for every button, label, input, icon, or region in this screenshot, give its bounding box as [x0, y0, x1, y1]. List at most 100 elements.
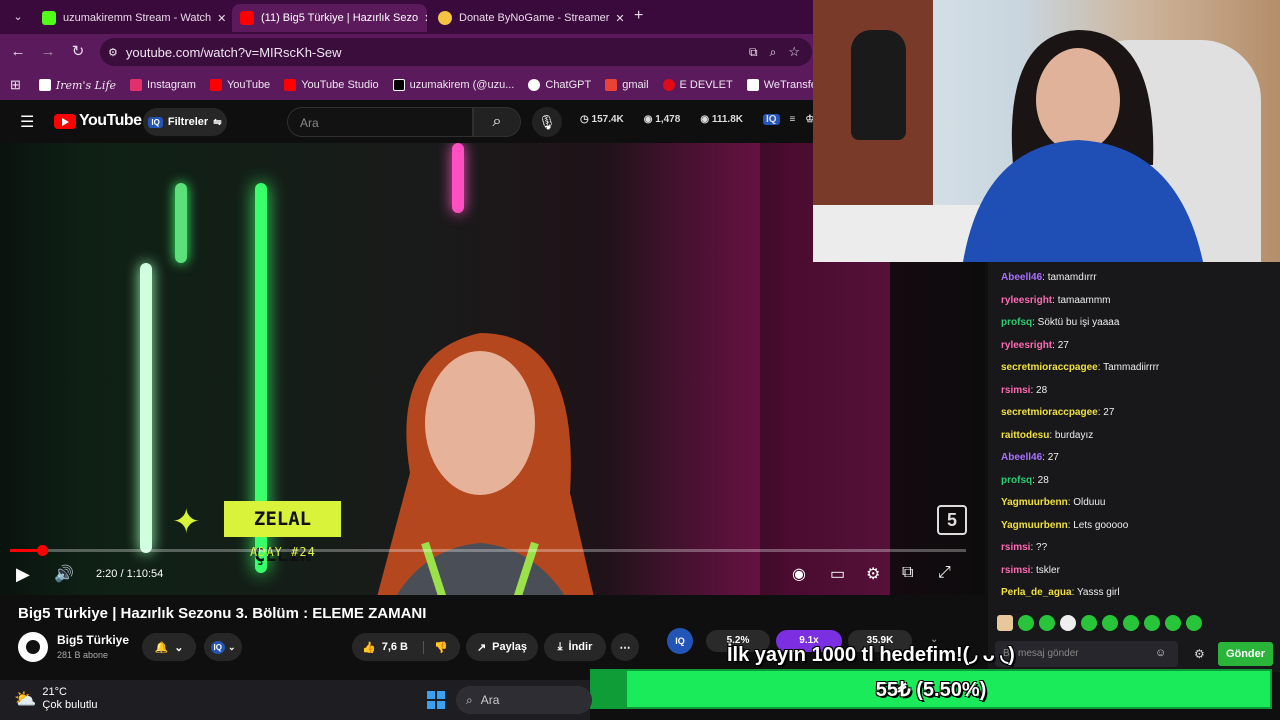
tab-search-icon[interactable]: ⌄ — [8, 7, 28, 27]
chevron-down-icon: ⌄ — [227, 641, 236, 652]
video-progress-bar[interactable] — [10, 549, 966, 552]
iq-badge[interactable]: IQ — [667, 628, 693, 654]
close-icon[interactable]: ✕ — [418, 12, 427, 25]
chevron-down-icon: ⌄ — [174, 641, 184, 654]
donation-goal-amount: 55₺ (5.50%) — [875, 679, 987, 701]
chat-message-input[interactable]: Bir mesaj gönder — [995, 641, 1178, 667]
chat-text: tskler — [1036, 564, 1060, 576]
weather-widget[interactable]: ⛅ 21°C Çok bulutlu — [14, 686, 97, 712]
chat-username[interactable]: Yagmuurbenn — [1001, 497, 1068, 508]
channel-avatar[interactable] — [18, 632, 48, 662]
emote-icon[interactable] — [1186, 615, 1202, 631]
emote-icon[interactable] — [1039, 615, 1055, 631]
taskbar-search[interactable]: ⌕ Ara — [456, 686, 592, 714]
tab-youtube-video[interactable]: (11) Big5 Türkiye | Hazırlık Sezo ✕ — [232, 4, 427, 32]
bookmark-tiktok[interactable]: uzumakirem (@uzu... — [392, 79, 514, 91]
close-icon[interactable]: ✕ — [211, 12, 226, 25]
bookmark-youtube[interactable]: YouTube — [209, 79, 270, 91]
new-tab-button[interactable]: + — [634, 7, 643, 25]
chat-text: Lets gooooo — [1073, 519, 1129, 531]
like-button[interactable]: 👍 7,6 B 👎 — [352, 633, 460, 661]
emote-icon[interactable] — [1165, 615, 1181, 631]
tab-donate[interactable]: Donate ByNoGame - Streamer ✕ — [430, 4, 625, 32]
bookmark-label: Instagram — [147, 79, 196, 91]
chat-username[interactable]: Abeell46 — [1001, 452, 1042, 463]
share-button[interactable]: ↗ Paylaş — [466, 633, 538, 661]
miniplayer-icon[interactable]: ⧉ — [902, 564, 913, 582]
chat-username[interactable]: Abeell46 — [1001, 272, 1042, 283]
notification-bell-button[interactable]: 🔔 ⌄ — [142, 633, 196, 661]
bookmark-instagram[interactable]: Instagram — [130, 79, 196, 91]
video-scrubber-handle[interactable] — [37, 545, 48, 556]
list-icon[interactable]: ≡ — [790, 114, 796, 125]
volume-icon[interactable]: 🔊 — [54, 564, 74, 584]
chat-username[interactable]: Perla_de_agua — [1001, 587, 1072, 598]
filters-button[interactable]: IQ Filtreler ⇋ — [143, 108, 227, 136]
send-chat-button[interactable]: Gönder — [1218, 642, 1273, 666]
chat-username[interactable]: rsimsi — [1001, 565, 1030, 576]
chat-username[interactable]: ryleesright — [1001, 340, 1052, 351]
chat-message: Abeell46: 27 — [1001, 452, 1059, 463]
youtube-logo[interactable]: YouTube TR — [54, 112, 152, 130]
chat-text: 27 — [1103, 407, 1115, 418]
emote-icon[interactable] — [1144, 615, 1160, 631]
chat-username[interactable]: Yagmuurbenn — [1001, 520, 1068, 531]
back-arrow-icon[interactable]: ← — [8, 42, 28, 62]
chat-text: 27 — [1047, 452, 1059, 463]
chat-username[interactable]: ryleesright — [1001, 295, 1052, 306]
chat-username[interactable]: profsq — [1001, 317, 1032, 328]
eye-stat: ◉ 111.8K — [700, 114, 743, 125]
menu-hamburger-icon[interactable]: ☰ — [20, 112, 34, 132]
url-field[interactable]: ⚙ youtube.com/watch?v=MIRscKh-Sew ⧉ ⌕ ☆ — [100, 38, 812, 66]
site-info-icon[interactable]: ⚙ — [108, 46, 118, 59]
download-button[interactable]: ⤓ İndir — [544, 633, 606, 661]
chat-message: ryleesright: tamaammm — [1001, 295, 1111, 306]
bookmark-star-icon[interactable]: ☆ — [788, 44, 800, 60]
youtube-search-input[interactable]: Ara — [287, 107, 473, 137]
chat-username[interactable]: secretmioraccpagee — [1001, 362, 1098, 373]
emote-icon[interactable] — [1060, 615, 1076, 631]
chat-username[interactable]: rsimsi — [1001, 385, 1030, 396]
play-icon[interactable]: ▶ — [16, 564, 30, 585]
close-icon[interactable]: ✕ — [609, 12, 624, 25]
emote-icon[interactable] — [1018, 615, 1034, 631]
apps-grid-icon[interactable]: ⊞ — [10, 77, 21, 93]
emote-icon[interactable] — [1123, 615, 1139, 631]
emoji-picker-icon[interactable]: ☺ — [1155, 647, 1166, 659]
zoom-icon[interactable]: ⌕ — [770, 45, 777, 60]
chat-username[interactable]: profsq — [1001, 475, 1032, 486]
chat-settings-icon[interactable]: ⚙ — [1194, 647, 1205, 661]
thumbs-down-icon[interactable]: 👎 — [423, 640, 448, 654]
bookmark-label: Irem's Life — [55, 78, 117, 92]
channel-name[interactable]: Big5 Türkiye — [57, 633, 129, 647]
youtube-play-logo-icon — [54, 113, 76, 129]
bookmark-irems-life[interactable]: Irem's Life — [38, 78, 117, 92]
bookmark-e-devlet[interactable]: E DEVLET — [662, 79, 733, 91]
chat-username[interactable]: secretmioraccpagee — [1001, 407, 1098, 418]
settings-gear-icon[interactable]: ⚙ — [866, 564, 880, 584]
bookmark-wetransfer[interactable]: WeTransfe — [746, 79, 813, 91]
chat-username[interactable]: rsimsi — [1001, 542, 1030, 553]
autoplay-toggle[interactable]: ◉ — [792, 564, 806, 584]
subtitles-icon[interactable]: ▭ — [830, 564, 845, 584]
tab-kick-stream[interactable]: uzumakiremm Stream - Watch ✕ — [34, 4, 229, 32]
install-app-icon[interactable]: ⧉ — [749, 45, 758, 60]
more-options-button[interactable]: ⋯ — [611, 633, 639, 661]
bookmarks-bar: ⊞ Irem's Life Instagram YouTube YouTube … — [0, 70, 813, 100]
iq-icon[interactable]: IQ — [762, 114, 780, 125]
emote-icon[interactable] — [1102, 615, 1118, 631]
bookmark-youtube-studio[interactable]: YouTube Studio — [284, 79, 379, 91]
forward-arrow-icon[interactable]: → — [38, 42, 58, 62]
chat-username[interactable]: raittodesu — [1001, 430, 1049, 441]
emote-icon[interactable] — [1081, 615, 1097, 631]
fullscreen-icon[interactable]: ⤢ — [938, 564, 951, 582]
microphone-icon[interactable]: 🎙 — [532, 107, 562, 137]
search-icon[interactable]: ⌕ — [473, 107, 521, 137]
iq-dropdown-button[interactable]: IQ ⌄ — [204, 633, 242, 661]
bookmark-chatgpt[interactable]: ChatGPT — [528, 79, 591, 91]
emote-icon[interactable] — [997, 615, 1013, 631]
reload-icon[interactable]: ↻ — [68, 42, 88, 62]
windows-start-icon[interactable] — [427, 691, 445, 709]
chat-message: rsimsi: ?? — [1001, 542, 1047, 553]
bookmark-gmail[interactable]: gmail — [605, 79, 649, 91]
